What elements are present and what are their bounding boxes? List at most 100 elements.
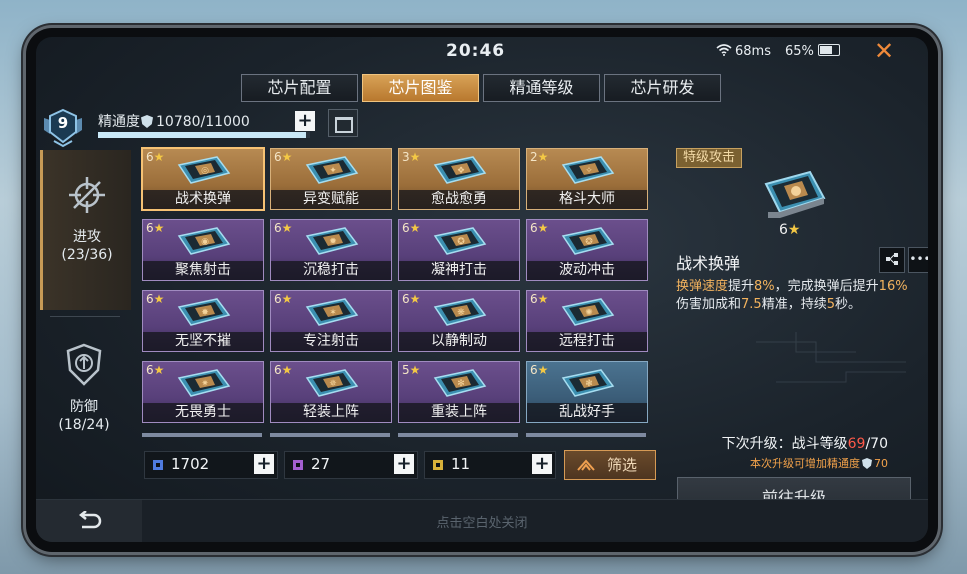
sidebar-divider xyxy=(50,316,120,317)
add-gold-resource-button[interactable]: + xyxy=(532,454,552,474)
chip-star-count: 6 xyxy=(530,363,538,377)
star-icon: ★ xyxy=(281,363,293,377)
chip-card[interactable]: 6★ ❃ 乱战好手 xyxy=(526,361,648,423)
chip-stars: 6★ xyxy=(530,221,548,235)
share-button[interactable] xyxy=(879,247,905,273)
chip-name: 专注射击 xyxy=(271,332,391,351)
next-upgrade-label: 下次升级：战斗等级 xyxy=(721,436,848,452)
game-screen: 20:46 68ms 65% ✕ 芯片配置 芯片图鉴 精通等级 芯片研发 9 精… xyxy=(36,37,928,542)
svg-text:✵: ✵ xyxy=(329,379,337,389)
chip-stars: 6★ xyxy=(274,150,292,164)
status-bar: 20:46 68ms 65% ✕ xyxy=(36,37,928,67)
desc-part: 秒。 xyxy=(835,297,862,312)
chip-description: 换弹速度提升8%，完成换弹后提升16% 伤害加成和7.5精准，持续5秒。 xyxy=(676,278,918,314)
tab-chip-research[interactable]: 芯片研发 xyxy=(604,74,721,102)
star-icon: ★ xyxy=(409,363,421,377)
chip-icon: ✶ xyxy=(305,298,359,326)
svg-text:❃: ❃ xyxy=(585,379,593,389)
chip-star-count: 6 xyxy=(402,292,410,306)
shield-icon xyxy=(66,343,102,386)
chip-name: 重装上阵 xyxy=(399,403,519,422)
desc-part: 伤害加成和 xyxy=(676,297,742,312)
tab-mastery-level[interactable]: 精通等级 xyxy=(483,74,600,102)
chip-name: 波动冲击 xyxy=(527,261,647,280)
resource-blue: 1702 + xyxy=(144,451,278,479)
chip-card[interactable]: 6★ ◎ 战术换弹 xyxy=(141,147,265,211)
chip-card[interactable]: 2★ ✧ 格斗大师 xyxy=(526,148,648,210)
chip-grid-next-row xyxy=(142,433,662,437)
chip-icon: ❋ xyxy=(433,298,487,326)
star-icon: ★ xyxy=(409,221,421,235)
chip-stars: 2★ xyxy=(530,150,548,164)
device-frame: 20:46 68ms 65% ✕ 芯片配置 芯片图鉴 精通等级 芯片研发 9 精… xyxy=(26,28,938,552)
close-icon[interactable]: ✕ xyxy=(872,39,896,64)
selected-chip-name: 战术换弹 xyxy=(676,254,741,273)
chip-card[interactable]: 6★ ✺ 远程打击 xyxy=(526,290,648,352)
add-mastery-button[interactable]: + xyxy=(295,111,315,131)
chip-icon: ✧ xyxy=(561,156,615,184)
chip-card[interactable]: 6★ ✷ 无畏勇士 xyxy=(142,361,264,423)
svg-text:✷: ✷ xyxy=(201,379,209,389)
svg-text:✹: ✹ xyxy=(329,237,337,247)
chip-card[interactable]: 6★ ✸ 无坚不摧 xyxy=(142,290,264,352)
back-arrow-icon xyxy=(78,511,102,529)
tab-chip-config[interactable]: 芯片配置 xyxy=(241,74,358,102)
bottom-bar[interactable]: 点击空白处关闭 xyxy=(36,499,928,542)
chip-card[interactable]: 6★ ✦ 异变赋能 xyxy=(270,148,392,210)
star-icon: ★ xyxy=(281,221,293,235)
chip-stars: 6★ xyxy=(530,292,548,306)
star-icon: ★ xyxy=(153,221,165,235)
category-defense[interactable]: 防御 (18/24) xyxy=(40,320,128,480)
blue-chip-resource-icon xyxy=(153,460,163,470)
chip-card[interactable]: 5★ ✻ 重装上阵 xyxy=(398,361,520,423)
chip-star-count: 6 xyxy=(274,221,282,235)
svg-text:❂: ❂ xyxy=(585,237,593,247)
chip-icon: ✸ xyxy=(177,298,231,326)
star-icon: ★ xyxy=(153,150,165,164)
battery-icon xyxy=(817,44,840,56)
svg-text:✺: ✺ xyxy=(585,308,593,318)
mastery-shield-icon xyxy=(141,115,153,128)
star-icon: ★ xyxy=(537,150,549,164)
chip-icon: ❖ xyxy=(433,156,487,184)
current-battle-level: 69 xyxy=(847,436,866,452)
chip-grid: 6★ ◎ 战术换弹 6★ ✦ 异变赋能 3★ ❖ 愈战愈勇 2★ ✧ 格斗大师 6★ ◉ 聚焦射击 6★ ✹ 沉稳… xyxy=(141,147,662,448)
resource-purple: 27 + xyxy=(284,451,418,479)
svg-text:✧: ✧ xyxy=(585,166,593,176)
circuit-decoration xyxy=(756,332,906,383)
chip-card[interactable]: 6★ ◉ 聚焦射击 xyxy=(142,219,264,281)
chip-star-count: 3 xyxy=(402,150,410,164)
selected-chip-icon xyxy=(764,170,826,218)
player-level: 9 xyxy=(57,114,69,132)
chip-card[interactable]: 6★ ✶ 专注射击 xyxy=(270,290,392,352)
chip-stars: 6★ xyxy=(146,292,164,306)
more-button[interactable]: ••• xyxy=(908,247,928,273)
chip-card[interactable]: 6★ ❂ 波动冲击 xyxy=(526,219,648,281)
category-defense-count: (18/24) xyxy=(58,417,110,433)
category-attack[interactable]: 进攻 (23/36) xyxy=(40,150,131,310)
desc-part: 提升 xyxy=(728,279,755,294)
svg-text:❋: ❋ xyxy=(457,308,465,318)
filter-button[interactable]: 筛选 xyxy=(564,450,656,480)
next-upgrade-requirement: 下次升级：战斗等级69/70 xyxy=(676,433,888,453)
add-blue-resource-button[interactable]: + xyxy=(254,454,274,474)
desc-value: 16% xyxy=(878,279,908,294)
chip-card[interactable]: 3★ ❖ 愈战愈勇 xyxy=(398,148,520,210)
ping-value: 68ms xyxy=(735,44,771,59)
chip-name: 聚焦射击 xyxy=(143,261,263,280)
desc-value: 7.5 xyxy=(741,297,762,312)
clock: 20:46 xyxy=(446,41,506,61)
chip-card[interactable]: 6★ ✹ 沉稳打击 xyxy=(270,219,392,281)
resource-blue-value: 1702 xyxy=(171,455,210,473)
chip-card[interactable]: 6★ ✵ 轻装上阵 xyxy=(270,361,392,423)
chip-star-count: 6 xyxy=(146,292,154,306)
add-purple-resource-button[interactable]: + xyxy=(394,454,414,474)
purple-chip-resource-icon xyxy=(293,460,303,470)
codex-book-button[interactable] xyxy=(328,109,358,137)
chip-card[interactable]: 6★ ❋ 以静制动 xyxy=(398,290,520,352)
chip-card[interactable]: 6★ ✪ 凝神打击 xyxy=(398,219,520,281)
svg-text:✪: ✪ xyxy=(457,237,465,247)
tab-chip-codex[interactable]: 芯片图鉴 xyxy=(362,74,479,102)
chip-icon: ✵ xyxy=(305,369,359,397)
back-button[interactable] xyxy=(36,500,142,542)
